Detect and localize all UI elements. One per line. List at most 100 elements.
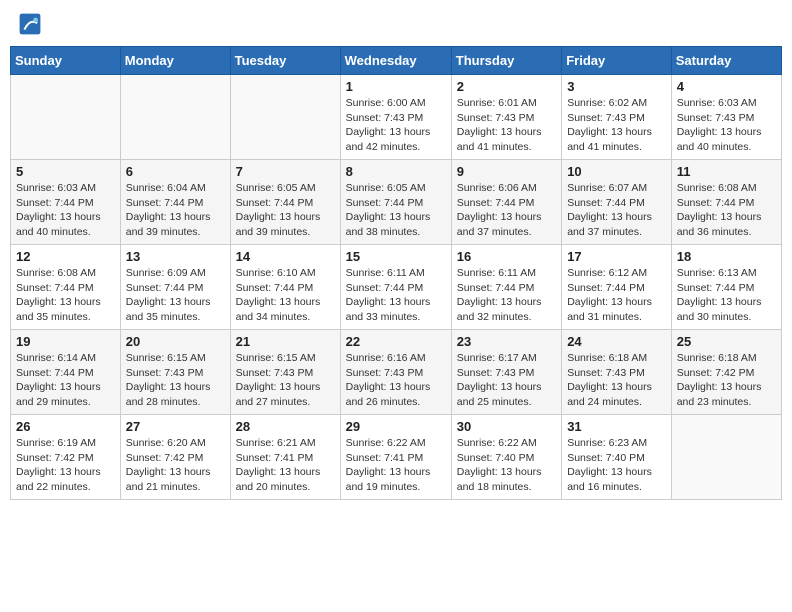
weekday-header-monday: Monday	[120, 47, 230, 75]
day-number: 19	[16, 334, 115, 349]
weekday-header-tuesday: Tuesday	[230, 47, 340, 75]
day-number: 16	[457, 249, 556, 264]
calendar-cell: 6Sunrise: 6:04 AM Sunset: 7:44 PM Daylig…	[120, 160, 230, 245]
day-number: 2	[457, 79, 556, 94]
day-number: 21	[236, 334, 335, 349]
day-info: Sunrise: 6:11 AM Sunset: 7:44 PM Dayligh…	[457, 266, 556, 325]
day-number: 15	[346, 249, 446, 264]
day-info: Sunrise: 6:11 AM Sunset: 7:44 PM Dayligh…	[346, 266, 446, 325]
day-number: 4	[677, 79, 776, 94]
calendar-cell: 13 Sunrise: 6:09 AM Sunset: 7:44 PM Dayli…	[120, 245, 230, 330]
day-info: Sunrise: 6:08 AM Sunset: 7:44 PM Dayligh…	[16, 266, 115, 325]
day-info: Sunrise: 6:20 AM Sunset: 7:42 PM Dayligh…	[126, 436, 225, 495]
calendar-cell: 10 Sunrise: 6:07 AM Sunset: 7:44 PM Dayli…	[562, 160, 672, 245]
day-info: Sunrise: 6:18 AM Sunset: 7:43 PM Dayligh…	[567, 351, 666, 410]
day-info: Sunrise: 6:22 AM Sunset: 7:40 PM Dayligh…	[457, 436, 556, 495]
day-info: Sunrise: 6:16 AM Sunset: 7:43 PM Dayligh…	[346, 351, 446, 410]
day-number: 18	[677, 249, 776, 264]
weekday-header-thursday: Thursday	[451, 47, 561, 75]
day-number: 5	[16, 164, 115, 179]
calendar-cell: 30 Sunrise: 6:22 AM Sunset: 7:40 PM Dayli…	[451, 415, 561, 500]
day-info: Sunrise: 6:03 AM Sunset: 7:43 PM Dayligh…	[677, 96, 776, 155]
day-info: Sunrise: 6:21 AM Sunset: 7:41 PM Dayligh…	[236, 436, 335, 495]
calendar-cell: 2 Sunrise: 6:01 AM Sunset: 7:43 PM Daylig…	[451, 75, 561, 160]
day-number: 17	[567, 249, 666, 264]
calendar-cell: 24Sunrise: 6:18 AM Sunset: 7:43 PM Dayli…	[562, 330, 672, 415]
calendar-week-row: 1 Sunrise: 6:00 AM Sunset: 7:43 PM Daylig…	[11, 75, 782, 160]
day-number: 27	[126, 419, 225, 434]
day-info: Sunrise: 6:03 AM Sunset: 7:44 PM Dayligh…	[16, 181, 115, 240]
day-info: Sunrise: 6:14 AM Sunset: 7:44 PM Dayligh…	[16, 351, 115, 410]
calendar-cell: 20 Sunrise: 6:15 AM Sunset: 7:43 PM Dayli…	[120, 330, 230, 415]
weekday-header-saturday: Saturday	[671, 47, 781, 75]
day-info: Sunrise: 6:19 AM Sunset: 7:42 PM Dayligh…	[16, 436, 115, 495]
day-number: 13	[126, 249, 225, 264]
calendar-cell	[671, 415, 781, 500]
calendar-cell: 8Sunrise: 6:05 AM Sunset: 7:44 PM Daylig…	[340, 160, 451, 245]
calendar-cell: 31Sunrise: 6:23 AM Sunset: 7:40 PM Dayli…	[562, 415, 672, 500]
day-number: 29	[346, 419, 446, 434]
day-info: Sunrise: 6:15 AM Sunset: 7:43 PM Dayligh…	[126, 351, 225, 410]
calendar-cell: 18 Sunrise: 6:13 AM Sunset: 7:44 PM Dayli…	[671, 245, 781, 330]
day-info: Sunrise: 6:02 AM Sunset: 7:43 PM Dayligh…	[567, 96, 666, 155]
calendar-week-row: 5 Sunrise: 6:03 AM Sunset: 7:44 PM Daylig…	[11, 160, 782, 245]
day-info: Sunrise: 6:04 AM Sunset: 7:44 PM Dayligh…	[126, 181, 225, 240]
weekday-header-wednesday: Wednesday	[340, 47, 451, 75]
day-number: 23	[457, 334, 556, 349]
calendar-cell: 4 Sunrise: 6:03 AM Sunset: 7:43 PM Daylig…	[671, 75, 781, 160]
calendar-week-row: 19 Sunrise: 6:14 AM Sunset: 7:44 PM Dayli…	[11, 330, 782, 415]
day-number: 26	[16, 419, 115, 434]
calendar-cell: 25 Sunrise: 6:18 AM Sunset: 7:42 PM Dayli…	[671, 330, 781, 415]
day-info: Sunrise: 6:06 AM Sunset: 7:44 PM Dayligh…	[457, 181, 556, 240]
calendar-cell: 23 Sunrise: 6:17 AM Sunset: 7:43 PM Dayli…	[451, 330, 561, 415]
day-info: Sunrise: 6:00 AM Sunset: 7:43 PM Dayligh…	[346, 96, 446, 155]
calendar-week-row: 26 Sunrise: 6:19 AM Sunset: 7:42 PM Dayli…	[11, 415, 782, 500]
day-number: 20	[126, 334, 225, 349]
day-info: Sunrise: 6:15 AM Sunset: 7:43 PM Dayligh…	[236, 351, 335, 410]
calendar-week-row: 12Sunrise: 6:08 AM Sunset: 7:44 PM Dayli…	[11, 245, 782, 330]
day-number: 10	[567, 164, 666, 179]
day-number: 25	[677, 334, 776, 349]
calendar-cell: 1 Sunrise: 6:00 AM Sunset: 7:43 PM Daylig…	[340, 75, 451, 160]
day-info: Sunrise: 6:05 AM Sunset: 7:44 PM Dayligh…	[236, 181, 335, 240]
calendar-cell: 15 Sunrise: 6:11 AM Sunset: 7:44 PM Dayli…	[340, 245, 451, 330]
weekday-header-row: SundayMondayTuesdayWednesdayThursdayFrid…	[11, 47, 782, 75]
calendar-cell: 9 Sunrise: 6:06 AM Sunset: 7:44 PM Daylig…	[451, 160, 561, 245]
day-info: Sunrise: 6:01 AM Sunset: 7:43 PM Dayligh…	[457, 96, 556, 155]
day-number: 30	[457, 419, 556, 434]
day-info: Sunrise: 6:13 AM Sunset: 7:44 PM Dayligh…	[677, 266, 776, 325]
day-info: Sunrise: 6:18 AM Sunset: 7:42 PM Dayligh…	[677, 351, 776, 410]
page-header	[10, 10, 782, 40]
calendar-cell: 26 Sunrise: 6:19 AM Sunset: 7:42 PM Dayli…	[11, 415, 121, 500]
day-number: 31	[567, 419, 666, 434]
calendar-cell: 5 Sunrise: 6:03 AM Sunset: 7:44 PM Daylig…	[11, 160, 121, 245]
calendar-cell: 28 Sunrise: 6:21 AM Sunset: 7:41 PM Dayli…	[230, 415, 340, 500]
day-info: Sunrise: 6:10 AM Sunset: 7:44 PM Dayligh…	[236, 266, 335, 325]
day-number: 28	[236, 419, 335, 434]
calendar-cell: 19 Sunrise: 6:14 AM Sunset: 7:44 PM Dayli…	[11, 330, 121, 415]
calendar-cell: 16 Sunrise: 6:11 AM Sunset: 7:44 PM Dayli…	[451, 245, 561, 330]
calendar-cell	[120, 75, 230, 160]
day-number: 1	[346, 79, 446, 94]
calendar-cell: 7Sunrise: 6:05 AM Sunset: 7:44 PM Daylig…	[230, 160, 340, 245]
calendar-cell	[11, 75, 121, 160]
day-number: 22	[346, 334, 446, 349]
calendar-cell: 17 Sunrise: 6:12 AM Sunset: 7:44 PM Dayli…	[562, 245, 672, 330]
calendar-table: SundayMondayTuesdayWednesdayThursdayFrid…	[10, 46, 782, 500]
calendar-cell: 3 Sunrise: 6:02 AM Sunset: 7:43 PM Daylig…	[562, 75, 672, 160]
day-info: Sunrise: 6:12 AM Sunset: 7:44 PM Dayligh…	[567, 266, 666, 325]
day-info: Sunrise: 6:17 AM Sunset: 7:43 PM Dayligh…	[457, 351, 556, 410]
logo-icon	[18, 12, 42, 36]
calendar-cell: 22 Sunrise: 6:16 AM Sunset: 7:43 PM Dayli…	[340, 330, 451, 415]
day-info: Sunrise: 6:07 AM Sunset: 7:44 PM Dayligh…	[567, 181, 666, 240]
day-number: 3	[567, 79, 666, 94]
day-info: Sunrise: 6:09 AM Sunset: 7:44 PM Dayligh…	[126, 266, 225, 325]
day-number: 14	[236, 249, 335, 264]
calendar-cell: 27 Sunrise: 6:20 AM Sunset: 7:42 PM Dayli…	[120, 415, 230, 500]
calendar-cell	[230, 75, 340, 160]
calendar-cell: 12Sunrise: 6:08 AM Sunset: 7:44 PM Dayli…	[11, 245, 121, 330]
day-info: Sunrise: 6:22 AM Sunset: 7:41 PM Dayligh…	[346, 436, 446, 495]
day-number: 9	[457, 164, 556, 179]
logo	[18, 14, 44, 36]
weekday-header-sunday: Sunday	[11, 47, 121, 75]
